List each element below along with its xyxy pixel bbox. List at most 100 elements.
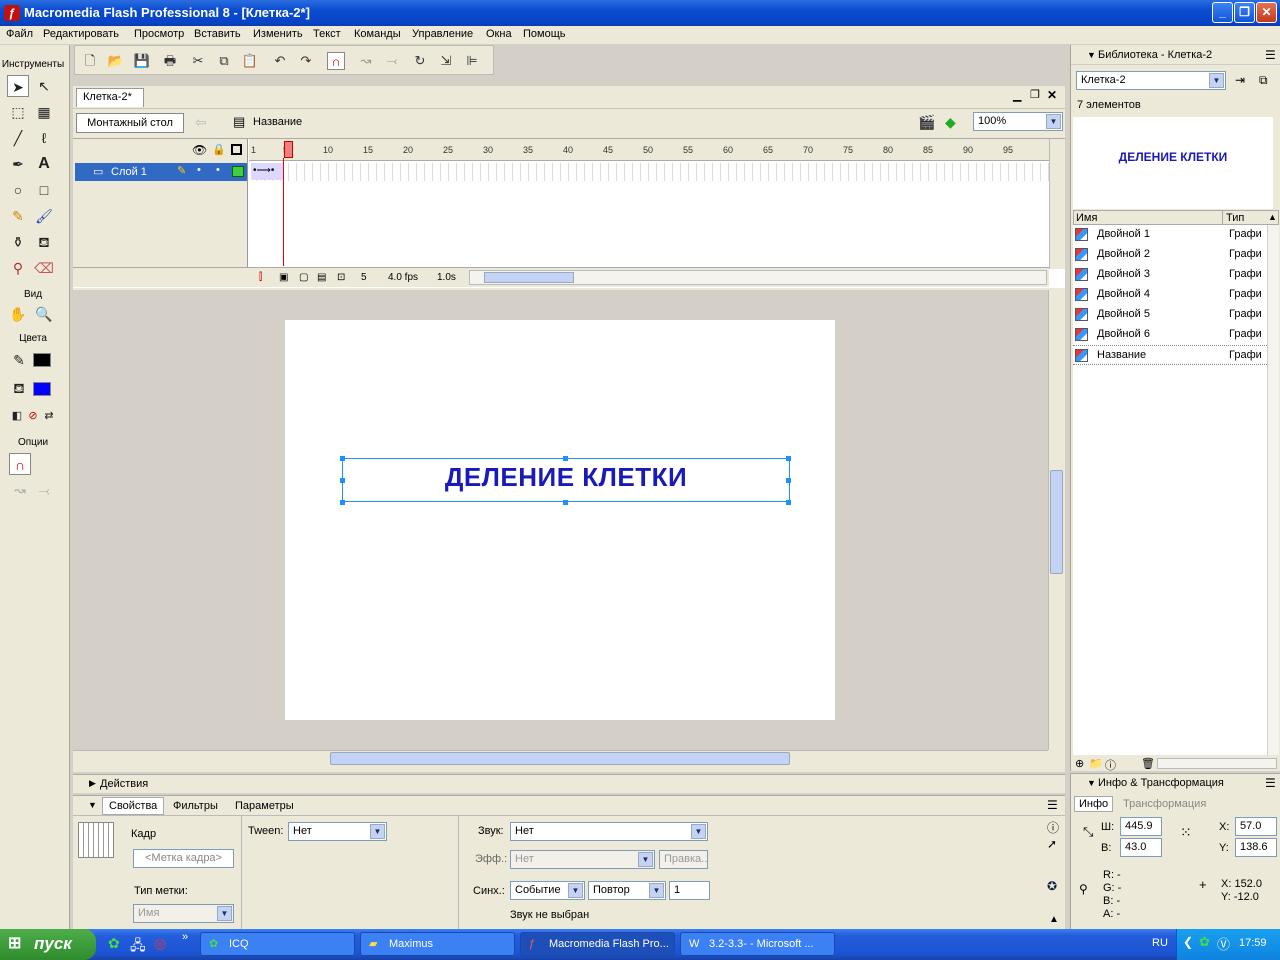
explorer-quick-icon[interactable]: 🖧 <box>130 935 146 959</box>
library-item[interactable]: Двойной 4 Графи <box>1073 285 1267 305</box>
effect-select[interactable]: Нет ▼ <box>510 850 655 869</box>
task-maximus[interactable]: ▰ Maximus <box>360 932 515 956</box>
brush-tool-icon[interactable]: 🖌 <box>33 205 55 227</box>
menu-edit[interactable]: Редактировать <box>43 28 119 40</box>
tray-expand-icon[interactable]: ❮ <box>1183 935 1193 949</box>
info-menu-icon[interactable]: ☰ <box>1265 776 1276 790</box>
menu-control[interactable]: Управление <box>412 28 473 40</box>
new-file-icon[interactable]: 🗋 <box>81 52 99 70</box>
y-input[interactable]: 138.6 <box>1235 838 1277 857</box>
stroke-color-swatch[interactable] <box>33 353 51 367</box>
task-word[interactable]: W 3.2-3.3- - Microsoft ... <box>680 932 835 956</box>
menu-window[interactable]: Окна <box>486 28 512 40</box>
sort-icon[interactable]: ▲ <box>1268 212 1277 222</box>
library-menu-icon[interactable]: ☰ <box>1265 48 1276 62</box>
handle-bc[interactable] <box>563 500 568 505</box>
outline-color-box[interactable] <box>232 166 244 177</box>
handle-tr[interactable] <box>786 456 791 461</box>
stage-hscroll-thumb[interactable] <box>330 752 790 765</box>
tween-select[interactable]: Нет ▼ <box>288 822 387 841</box>
cut-icon[interactable]: ✂ <box>189 52 207 70</box>
frame-row[interactable]: •⟶• <box>249 163 1049 181</box>
language-indicator[interactable]: RU <box>1152 937 1168 949</box>
timeline-hscroll[interactable] <box>469 270 1047 285</box>
pin-library-icon[interactable]: ⇥ <box>1235 73 1245 87</box>
outline-icon[interactable] <box>231 144 242 155</box>
ink-bottle-icon[interactable]: ⚱ <box>7 231 29 253</box>
handle-tc[interactable] <box>563 456 568 461</box>
delete-icon[interactable]: 🗑 <box>1141 757 1155 770</box>
smooth-icon[interactable]: ↝ <box>357 52 375 70</box>
text-tool-icon[interactable]: A <box>33 153 55 175</box>
frame-ruler[interactable]: 15101520253035404550556065707580859095 <box>249 139 1049 161</box>
redo-icon[interactable]: ↷ <box>297 52 315 70</box>
playhead[interactable] <box>284 141 293 158</box>
library-item-selected[interactable]: Название Графи <box>1073 345 1267 365</box>
edit-scene-icon[interactable]: 🎬 <box>918 114 935 131</box>
library-header[interactable]: ▼ Библиотека - Клетка-2 ☰ <box>1071 45 1280 65</box>
tab-info[interactable]: Инфо <box>1074 796 1114 812</box>
library-item[interactable]: Двойной 5 Графи <box>1073 305 1267 325</box>
align-icon[interactable]: ⊫ <box>463 52 481 70</box>
undo-icon[interactable]: ↶ <box>271 52 289 70</box>
menu-view[interactable]: Просмотр <box>134 28 184 40</box>
actions-panel-header[interactable]: ▶ Действия <box>73 774 1065 793</box>
library-hscroll[interactable] <box>1157 758 1277 769</box>
menu-commands[interactable]: Команды <box>354 28 401 40</box>
repeat-select[interactable]: Повтор ▼ <box>588 881 666 900</box>
library-item[interactable]: Двойной 3 Графи <box>1073 265 1267 285</box>
label-type-select[interactable]: Имя ▼ <box>133 904 234 923</box>
layer-row[interactable]: ▭ Слой 1 ✎ • • <box>75 163 247 181</box>
symbol-name[interactable]: Название <box>253 116 302 128</box>
edit-sound-button[interactable]: Правка... <box>659 850 708 869</box>
document-tab[interactable]: Клетка-2* <box>76 88 144 107</box>
new-library-icon[interactable]: ⧉ <box>1259 73 1268 88</box>
repeat-count-input[interactable]: 1 <box>669 881 710 900</box>
fill-color-swatch[interactable] <box>33 382 51 396</box>
back-arrow-icon[interactable]: ⇦ <box>195 114 207 131</box>
doc-restore-icon[interactable]: ❐ <box>1030 88 1040 101</box>
x-input[interactable]: 57.0 <box>1235 817 1277 836</box>
lock-dot[interactable]: • <box>216 164 220 176</box>
properties-icon[interactable]: ⓘ <box>1105 757 1116 773</box>
tab-filters[interactable]: Фильтры <box>173 800 218 812</box>
tab-transform[interactable]: Трансформация <box>1123 798 1206 810</box>
tween-span[interactable]: •⟶• <box>251 163 284 180</box>
frame-label-input[interactable]: <Метка кадра> <box>133 849 234 868</box>
menu-help[interactable]: Помощь <box>523 28 566 40</box>
free-transform-icon[interactable]: ⬚ <box>7 101 29 123</box>
accessibility-icon[interactable]: ✪ <box>1047 879 1057 893</box>
maximize-button[interactable]: ❐ <box>1234 2 1255 23</box>
handle-bl[interactable] <box>340 500 345 505</box>
onion-outline-icon[interactable]: ▢ <box>299 272 308 283</box>
collapse-arrow-icon[interactable]: ▼ <box>88 800 97 810</box>
stage-title-text[interactable]: ДЕЛЕНИЕ КЛЕТКИ <box>342 462 790 493</box>
library-vscroll[interactable] <box>1267 225 1279 755</box>
lock-icon[interactable]: 🔒 <box>212 143 226 156</box>
handle-mr[interactable] <box>786 478 791 483</box>
menu-insert[interactable]: Вставить <box>194 28 241 40</box>
paste-icon[interactable]: 📋 <box>241 52 259 70</box>
menu-file[interactable]: Файл <box>6 28 33 40</box>
scene-button[interactable]: Монтажный стол <box>76 113 184 133</box>
print-icon[interactable]: 🖶 <box>161 52 179 70</box>
eye-icon[interactable]: 👁 <box>192 143 207 157</box>
height-input[interactable]: 43.0 <box>1120 838 1162 857</box>
line-tool-icon[interactable]: ╱ <box>7 127 29 149</box>
visibility-dot[interactable]: • <box>197 164 201 176</box>
antivirus-tray-icon[interactable]: Ⓥ <box>1217 934 1230 953</box>
rectangle-tool-icon[interactable]: □ <box>33 179 55 201</box>
close-button[interactable]: ✕ <box>1256 2 1277 23</box>
edit-multiple-icon[interactable]: ▤ <box>317 272 326 283</box>
tab-properties[interactable]: Свойства <box>102 797 165 815</box>
new-folder-icon[interactable]: 📁 <box>1089 757 1103 770</box>
smooth-option-icon[interactable]: ↝ <box>9 479 31 501</box>
column-type[interactable]: Тип <box>1226 212 1244 224</box>
stage[interactable] <box>285 320 835 720</box>
edit-symbols-icon[interactable]: ◆ <box>945 114 956 131</box>
eyedropper-icon[interactable]: ⚲ <box>7 257 29 279</box>
panel-menu-icon[interactable]: ☰ <box>1047 798 1058 812</box>
collapse-panel-icon[interactable]: ▲ <box>1049 914 1059 925</box>
edit-in-place-icon[interactable]: ➚ <box>1047 837 1057 851</box>
onion-skin-icon[interactable]: ▣ <box>279 272 288 283</box>
